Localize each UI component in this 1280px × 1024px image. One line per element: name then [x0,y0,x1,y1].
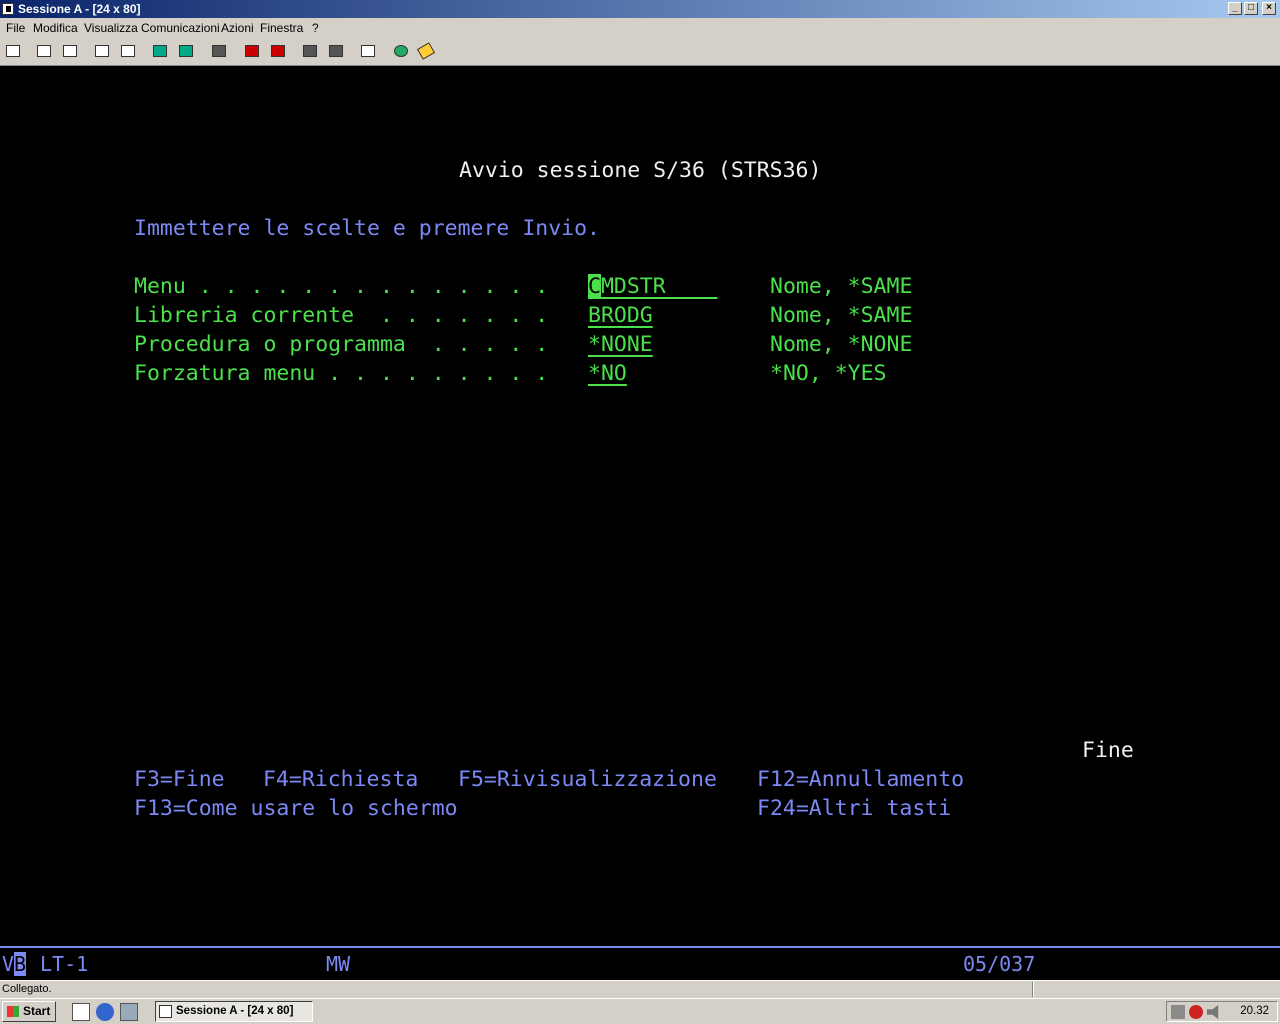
text-cursor: C [588,274,601,299]
antivirus-icon[interactable] [1189,1005,1203,1019]
fkey-f4[interactable]: F4=Richiesta [263,768,418,792]
oia-indicator: VB [2,952,27,976]
field-label-forzatura: Forzatura menu . . . . . . . . . [134,361,549,386]
network-icon[interactable] [120,1003,138,1021]
field-hint-menu: Nome, *SAME [770,274,913,299]
record-icon[interactable] [242,42,262,62]
play-icon[interactable] [300,42,320,62]
instruction-text: Immettere le scelte e premere Invio. [134,216,600,241]
forzatura-input[interactable]: *NO [588,362,640,386]
fkey-f3[interactable]: F3=Fine [134,768,225,792]
menu-modifica[interactable]: Modifica [33,18,78,38]
receive-icon[interactable] [118,42,138,62]
window-titlebar: Sessione A - [24 x 80] _ □ × [0,0,1280,18]
field-label-menu: Menu . . . . . . . . . . . . . . [134,274,549,299]
fkey-f13[interactable]: F13=Come usare lo schermo [134,797,458,821]
edit-macro-icon[interactable] [326,42,346,62]
show-desktop-icon[interactable] [72,1003,90,1021]
operator-info-area: VB LT-1 MW 05/037 [0,946,1280,980]
menu-azioni[interactable]: Azioni [221,18,254,38]
procedura-input[interactable]: *NONE [588,333,718,357]
globe-icon[interactable] [391,42,411,62]
menu-visualizza[interactable]: Visualizza [84,18,138,38]
field-hint-forzatura: *NO, *YES [770,361,887,386]
send-icon[interactable] [92,42,112,62]
internet-explorer-icon[interactable] [96,1003,114,1021]
minimize-button[interactable]: _ [1228,2,1242,15]
tag-icon[interactable] [416,42,436,62]
copy-icon[interactable] [34,42,54,62]
keypad-icon[interactable] [176,42,196,62]
taskbar: Start Sessione A - [24 x 80] 20.32 [0,998,1280,1024]
clipboard-icon[interactable] [358,42,378,62]
clock[interactable]: 20.32 [1240,1002,1269,1021]
menu-bar: File Modifica Visualizza Comunicazioni A… [0,18,1280,38]
fkey-f12[interactable]: F12=Annullamento [757,768,964,792]
field-hint-procedura: Nome, *NONE [770,332,913,357]
close-button[interactable]: × [1262,2,1276,15]
start-button[interactable]: Start [2,1001,56,1022]
field-label-procedura: Procedura o programma . . . . . [134,332,549,357]
status-text: Collegato. [2,983,52,995]
taskbar-session-button[interactable]: Sessione A - [24 x 80] [155,1001,313,1022]
libreria-input[interactable]: BRODG [588,304,718,328]
menu-file[interactable]: File [6,18,25,38]
oia-lt: LT-1 [40,952,89,976]
macro-icon[interactable] [209,42,229,62]
field-label-libreria: Libreria corrente . . . . . . . [134,303,549,328]
oia-mw: MW [326,952,351,976]
menu-finestra[interactable]: Finestra [260,18,303,38]
window-title: Sessione A - [24 x 80] [18,2,141,16]
system-tray: 20.32 [1166,1001,1278,1022]
terminal-screen[interactable]: Avvio sessione S/36 (STRS36) Immettere l… [0,66,1280,946]
restore-button[interactable]: □ [1244,2,1258,15]
status-bar: Collegato. [0,980,1280,998]
network-status-icon[interactable] [1171,1005,1185,1019]
print-screen-icon[interactable] [3,42,23,62]
oia-cursor-position: 05/037 [963,952,1036,976]
fkey-f5[interactable]: F5=Rivisualizzazione [458,768,717,792]
display-icon[interactable] [150,42,170,62]
paste-icon[interactable] [60,42,80,62]
menu-input[interactable]: CMDSTR [588,274,717,299]
fkey-f24[interactable]: F24=Altri tasti [757,797,951,821]
stop-icon[interactable] [268,42,288,62]
volume-icon[interactable] [1207,1005,1219,1019]
more-indicator: Fine [1082,738,1134,763]
screen-title: Avvio sessione S/36 (STRS36) [459,158,822,183]
menu-comunicazioni[interactable]: Comunicazioni [141,18,220,38]
toolbar [0,38,1280,66]
app-icon[interactable] [2,3,14,15]
menu-help[interactable]: ? [312,18,319,38]
field-hint-libreria: Nome, *SAME [770,303,913,328]
status-separator [1032,982,1034,997]
